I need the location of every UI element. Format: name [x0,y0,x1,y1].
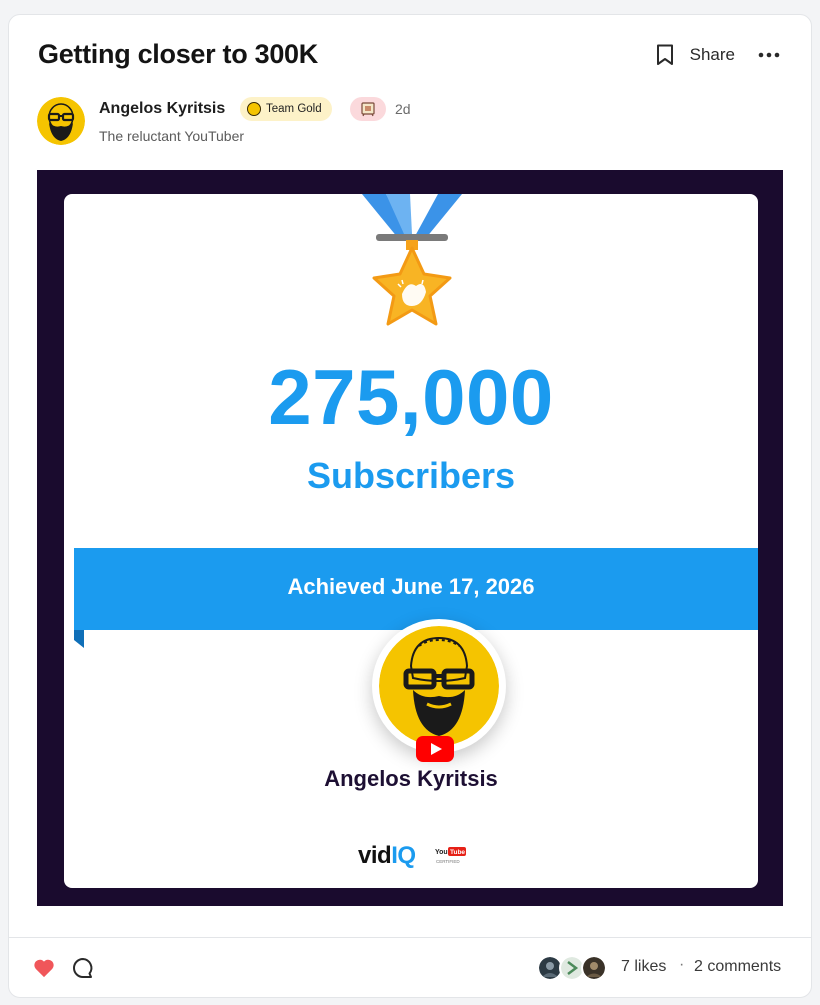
svg-text:Tube: Tube [450,849,465,856]
comments-count[interactable]: 2 comments [694,958,781,976]
likes-count[interactable]: 7 likes [621,958,666,976]
post-card: Getting closer to 300K Share Angelos Kyr… [8,14,812,998]
comment-icon[interactable] [72,957,94,979]
milestone-image[interactable]: 275,000 Subscribers Achieved June 17, 20… [37,170,783,906]
footer-separator: · [679,956,685,973]
author-tagline: The reluctant YouTuber [99,128,245,144]
author-avatar[interactable] [37,97,85,145]
team-badge: Team Gold [240,97,332,121]
post-timestamp: 2d [395,101,411,117]
coin-icon [247,102,261,116]
author-row: Angelos Kyritsis Team Gold 2d The reluct… [37,95,737,147]
subscriber-count: 275,000 [268,353,554,441]
post-footer: 7 likes · 2 comments [9,937,811,999]
channel-name: Angelos Kyritsis [324,766,498,791]
more-options-icon[interactable] [757,43,781,67]
subscriber-label: Subscribers [306,455,516,496]
vidiq-logo-vid: vid [358,842,392,869]
heart-icon[interactable] [33,957,55,979]
post-title: Getting closer to 300K [38,39,318,69]
svg-text:CERTIFIED: CERTIFIED [436,859,460,864]
milestone-card: 275,000 Subscribers Achieved June 17, 20… [64,194,758,888]
team-badge-label: Team Gold [266,103,322,115]
liker-avatar [581,955,607,981]
likers-avatars[interactable] [537,955,607,981]
post-actions: Share [654,43,781,67]
svg-text:You: You [435,849,448,856]
award-badge-icon [350,97,386,121]
author-name[interactable]: Angelos Kyritsis [99,100,225,118]
bookmark-icon[interactable] [654,43,676,67]
vidiq-logo: vidIQ [358,842,416,870]
vidiq-logo-iq: IQ [391,842,416,869]
share-button[interactable]: Share [690,45,735,65]
achievement-date: Achieved June 17, 2026 [287,574,535,599]
channel-avatar [372,619,506,753]
medal-icon [362,194,462,326]
youtube-certified-logo: You Tube CERTIFIED [435,847,466,864]
youtube-icon [416,736,454,762]
